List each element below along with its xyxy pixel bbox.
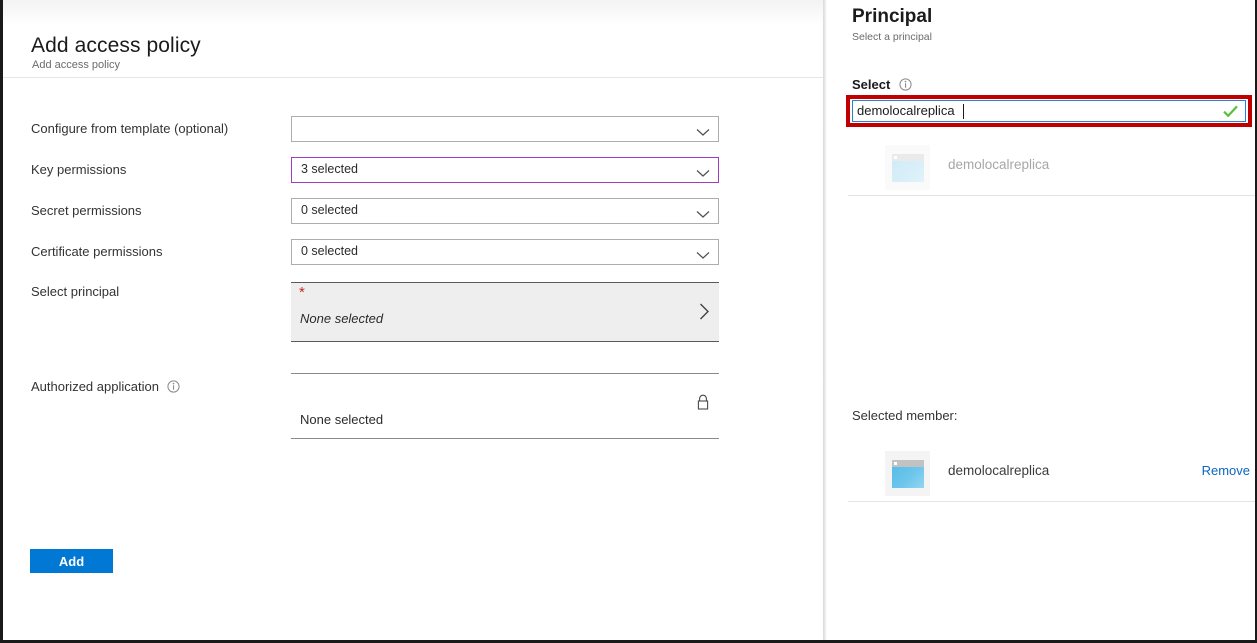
authorized-application-label-text: Authorized application <box>31 379 159 394</box>
chevron-right-icon <box>699 303 710 325</box>
result-item-name: demolocalreplica <box>948 157 1050 172</box>
required-asterisk: * <box>299 284 305 301</box>
search-input[interactable] <box>857 101 1187 120</box>
app-window-icon <box>891 153 924 182</box>
key-permissions-value: 3 selected <box>301 162 358 176</box>
chevron-down-icon <box>696 165 710 183</box>
add-access-policy-blade: Add access policy Add access policy Conf… <box>3 0 823 640</box>
principal-panel-title: Principal <box>852 6 933 27</box>
search-result-item[interactable]: demolocalreplica <box>846 142 1255 194</box>
certificate-permissions-dropdown[interactable]: 0 selected <box>291 239 719 265</box>
certificate-permissions-label: Certificate permissions <box>31 244 163 259</box>
principal-search-field[interactable] <box>852 100 1246 122</box>
select-field-label-text: Select <box>852 77 891 92</box>
chevron-down-icon <box>696 247 710 265</box>
key-permissions-label: Key permissions <box>31 162 127 177</box>
select-field-label: Select <box>852 77 912 94</box>
selected-member-name: demolocalreplica <box>948 463 1050 478</box>
member-separator <box>848 501 1255 502</box>
chevron-down-icon <box>696 124 710 142</box>
select-principal-label: Select principal <box>31 284 120 299</box>
result-separator <box>848 195 1255 196</box>
page-subtitle: Add access policy <box>32 59 121 71</box>
info-icon[interactable] <box>166 380 180 396</box>
add-button[interactable]: Add <box>30 549 113 573</box>
member-icon-container <box>885 451 930 496</box>
key-permissions-dropdown[interactable]: 3 selected <box>291 157 719 183</box>
select-principal-selector[interactable]: * None selected <box>291 282 719 342</box>
authorized-application-field[interactable]: None selected <box>291 373 719 439</box>
blade-header: Add access policy Add access policy <box>3 25 823 78</box>
blade-top-strip <box>3 0 823 25</box>
page-title: Add access policy <box>31 34 201 57</box>
authorized-application-value: None selected <box>300 412 384 427</box>
selected-member-item: demolocalreplica Remove <box>846 448 1255 500</box>
principal-panel: Principal Select a principal Select demo… <box>827 0 1255 640</box>
azure-portal-screen: Add access policy Add access policy Conf… <box>0 0 1257 643</box>
secret-permissions-label: Secret permissions <box>31 203 142 218</box>
principal-panel-subtitle: Select a principal <box>852 31 932 43</box>
text-caret <box>963 104 964 119</box>
template-field-label: Configure from template (optional) <box>31 121 229 136</box>
info-icon[interactable] <box>899 78 912 94</box>
secret-permissions-value: 0 selected <box>301 203 358 217</box>
lock-icon <box>696 394 710 416</box>
chevron-down-icon <box>696 206 710 224</box>
authorized-application-label: Authorized application <box>31 379 180 396</box>
result-icon-container <box>885 145 930 190</box>
certificate-permissions-value: 0 selected <box>301 244 358 258</box>
checkmark-icon <box>1222 104 1239 124</box>
secret-permissions-dropdown[interactable]: 0 selected <box>291 198 719 224</box>
app-window-icon <box>891 459 924 488</box>
select-principal-value: None selected <box>300 311 384 326</box>
remove-member-link[interactable]: Remove <box>1202 463 1250 478</box>
selected-member-label: Selected member: <box>852 408 958 423</box>
template-dropdown[interactable] <box>291 116 719 142</box>
